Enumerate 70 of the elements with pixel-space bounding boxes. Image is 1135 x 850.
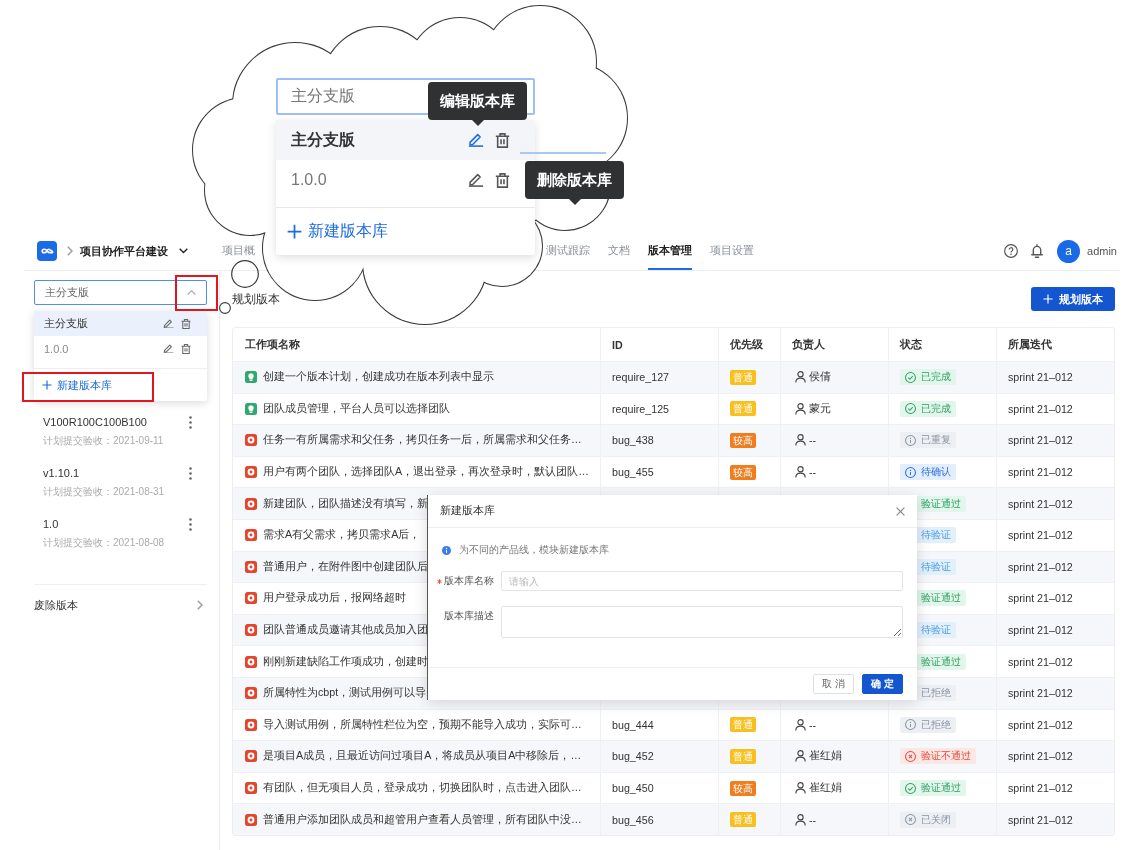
work-item-id: bug_452	[612, 750, 654, 763]
assignee-name: 崔红娟	[809, 781, 842, 795]
status-label: 已拒绝	[921, 686, 951, 701]
tooltip: 编辑版本库	[428, 82, 527, 126]
assignee-name: 蒙元	[809, 401, 831, 416]
work-item-id: require_125	[612, 402, 670, 415]
work-item-id: bug_455	[612, 466, 654, 479]
status-label: 已拒绝	[921, 717, 951, 732]
assignee-name: --	[809, 466, 817, 479]
iteration-name: sprint 21–012	[1008, 560, 1073, 573]
info-text: 为不同的产品线，模块新建版本库	[459, 543, 609, 557]
iteration-name: sprint 21–012	[1008, 718, 1073, 731]
priority-tag: 普通	[730, 748, 756, 764]
iteration-name: sprint 21–012	[1008, 371, 1073, 384]
column-header: 工作项名称	[245, 337, 300, 352]
status-label: 已完成	[921, 370, 951, 385]
version-date: 计划提交验收：2021-08-08	[43, 535, 165, 550]
assignee-name: 崔红娟	[809, 749, 842, 764]
version-date: 计划提交验收：2021-08-31	[43, 484, 165, 499]
iteration-name: sprint 21–012	[1008, 655, 1073, 668]
assignee-name: --	[809, 718, 817, 731]
iteration-name: sprint 21–012	[1008, 466, 1073, 479]
status-label: 验证通过	[921, 781, 961, 795]
column-header: 状态	[900, 337, 922, 352]
iteration-name: sprint 21–012	[1008, 497, 1073, 510]
assignee-name: --	[809, 813, 817, 826]
priority-tag: 较高	[730, 780, 756, 796]
status-label: 已重复	[921, 433, 951, 448]
priority-tag: 普通	[730, 717, 756, 733]
work-item-id: bug_444	[612, 718, 654, 731]
iteration-name: sprint 21–012	[1008, 529, 1073, 542]
column-header: 优先级	[730, 337, 763, 352]
status-label: 验证不通过	[921, 749, 971, 764]
iteration-name: sprint 21–012	[1008, 813, 1073, 826]
field-label: 版本库名称	[444, 574, 494, 588]
status-label: 验证通过	[921, 591, 961, 606]
status-label: 待确认	[921, 465, 951, 480]
status-label: 验证通过	[921, 496, 961, 511]
status-label: 已关闭	[921, 812, 951, 827]
status-label: 已完成	[921, 401, 951, 416]
tooltip: 删除版本库	[525, 161, 624, 205]
status-label: 待验证	[921, 623, 951, 638]
assignee-name: --	[809, 434, 817, 447]
priority-tag: 普通	[730, 401, 756, 417]
priority-tag: 普通	[730, 812, 756, 828]
field-label: 版本库描述	[444, 609, 494, 623]
iteration-name: sprint 21–012	[1008, 624, 1073, 637]
column-header: 所属迭代	[1008, 337, 1052, 352]
status-label: 待验证	[921, 559, 951, 574]
dialog-title: 新建版本库	[440, 504, 495, 518]
iteration-name: sprint 21–012	[1008, 592, 1073, 605]
status-label: 待验证	[921, 528, 951, 543]
assignee-name: 侯倩	[809, 370, 831, 385]
iteration-name: sprint 21–012	[1008, 434, 1073, 447]
version-date: 计划提交验收：2021-09-11	[43, 433, 164, 448]
work-item-id: bug_456	[612, 813, 654, 826]
priority-tag: 较高	[730, 464, 756, 480]
iteration-name: sprint 21–012	[1008, 402, 1073, 415]
status-label: 验证通过	[921, 654, 961, 669]
column-header: ID	[612, 338, 623, 351]
work-item-id: require_127	[612, 371, 670, 384]
work-item-id: bug_438	[612, 434, 654, 447]
iteration-name: sprint 21–012	[1008, 687, 1073, 700]
priority-tag: 较高	[730, 433, 756, 448]
column-header: 负责人	[792, 337, 825, 352]
priority-tag: 普通	[730, 369, 756, 385]
iteration-name: sprint 21–012	[1008, 750, 1073, 763]
iteration-name: sprint 21–012	[1008, 782, 1073, 794]
page-title: 规划版本	[232, 290, 280, 308]
work-item-id: bug_450	[612, 782, 654, 794]
